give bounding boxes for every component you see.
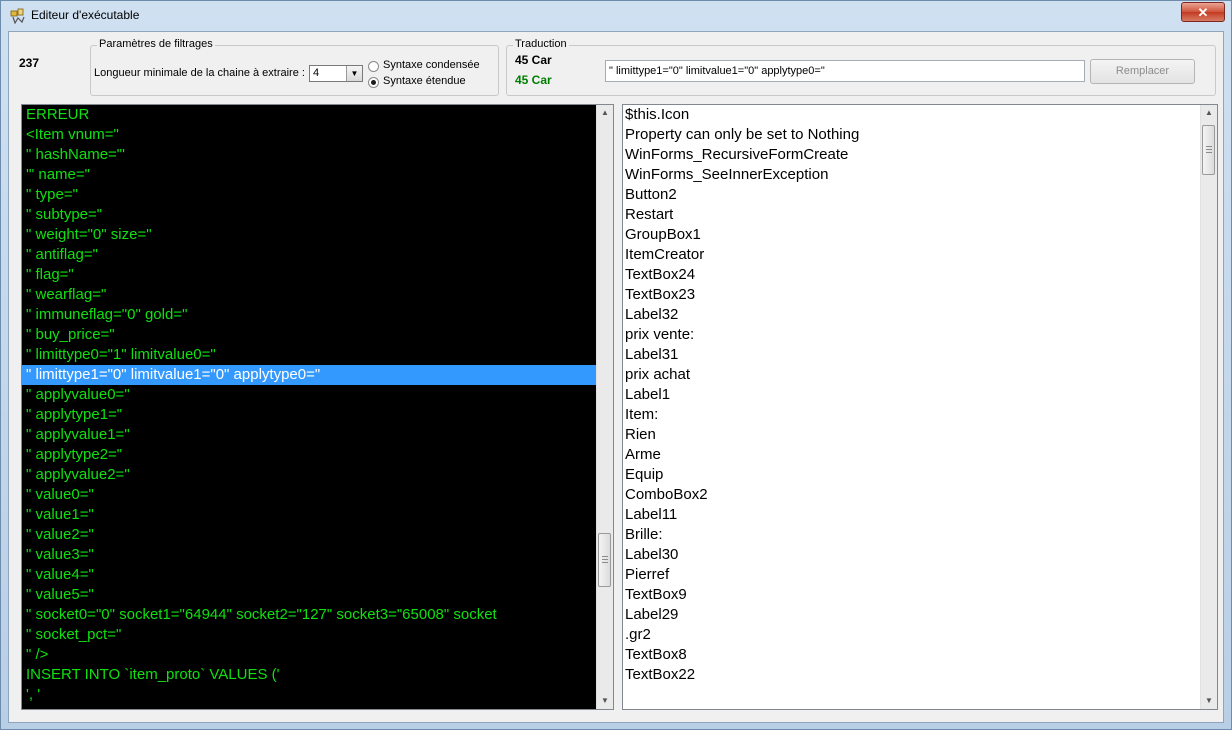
min-length-value: 4 [313, 67, 320, 79]
list-item[interactable]: " value0=" [22, 485, 597, 505]
translation-input-value: " limittype1="0" limitvalue1="0" applyty… [609, 65, 825, 77]
list-item[interactable]: " value2=" [22, 525, 597, 545]
list-item[interactable]: " applytype2=" [22, 445, 597, 465]
editor-window: Editeur d'exécutable ✕ 237 Paramètres de… [0, 0, 1232, 730]
list-item[interactable]: " type=" [22, 185, 597, 205]
radio-condensed-label[interactable]: Syntaxe condensée [383, 59, 480, 71]
filter-groupbox: Paramètres de filtrages Longueur minimal… [90, 38, 499, 96]
list-item[interactable]: Rien [623, 425, 859, 445]
translation-input[interactable]: " limittype1="0" limitvalue1="0" applyty… [605, 60, 1085, 82]
radio-extended-label[interactable]: Syntaxe étendue [383, 75, 466, 87]
list-item[interactable]: Label29 [623, 605, 859, 625]
scroll-thumb[interactable] [598, 533, 611, 587]
list-item[interactable]: " socket_pct=" [22, 625, 597, 645]
scroll-thumb[interactable] [1202, 125, 1215, 175]
list-item[interactable]: prix vente: [623, 325, 859, 345]
char-count-translation: 45 Car [515, 73, 552, 87]
client-area: 237 Paramètres de filtrages Longueur min… [8, 31, 1224, 723]
source-strings-list[interactable]: ERREUR <Item vnum=" " hashName="' '" name="… [21, 104, 614, 710]
min-length-label: Longueur minimale de la chaine à extrair… [94, 67, 305, 79]
list-item[interactable]: TextBox24 [623, 265, 859, 285]
radio-condensed[interactable] [368, 61, 379, 72]
list-item[interactable]: " value3=" [22, 545, 597, 565]
list-item[interactable]: GroupBox1 [623, 225, 859, 245]
min-length-combobox[interactable]: 4 ▼ [309, 65, 363, 82]
list-item[interactable]: TextBox9 [623, 585, 859, 605]
list-item[interactable]: $this.Icon [623, 105, 859, 125]
list-item[interactable]: " limittype1="0" limitvalue1="0" applyty… [22, 365, 597, 385]
list-item[interactable]: " limittype0="1" limitvalue0=" [22, 345, 597, 365]
list-item[interactable]: " value1=" [22, 505, 597, 525]
scroll-up-icon[interactable]: ▲ [1201, 105, 1217, 121]
title-bar[interactable]: Editeur d'exécutable ✕ [1, 1, 1231, 31]
list-item[interactable]: " /> [22, 645, 597, 665]
list-item[interactable]: " applyvalue1=" [22, 425, 597, 445]
list-item[interactable]: " applyvalue0=" [22, 385, 597, 405]
list-item[interactable]: " weight="0" size=" [22, 225, 597, 245]
list-item[interactable]: ComboBox2 [623, 485, 859, 505]
list-item[interactable]: TextBox23 [623, 285, 859, 305]
radio-extended[interactable] [368, 77, 379, 88]
list-item[interactable]: Label1 [623, 385, 859, 405]
list-item[interactable]: ERREUR [22, 105, 597, 125]
list-item[interactable]: " wearflag=" [22, 285, 597, 305]
list-item[interactable]: ', ' [22, 685, 597, 705]
list-item[interactable]: Label11 [623, 505, 859, 525]
list-item[interactable]: Label32 [623, 305, 859, 325]
app-icon [10, 8, 25, 24]
list-item[interactable]: Label31 [623, 345, 859, 365]
list-item[interactable]: " hashName="' [22, 145, 597, 165]
list-item[interactable]: Brille: [623, 525, 859, 545]
list-item[interactable]: WinForms_RecursiveFormCreate [623, 145, 859, 165]
scroll-down-icon[interactable]: ▼ [597, 693, 613, 709]
list-item[interactable]: " value5=" [22, 585, 597, 605]
list-item[interactable]: Arme [623, 445, 859, 465]
list-item[interactable]: Item: [623, 405, 859, 425]
translation-legend: Traduction [513, 38, 569, 50]
resource-list-scrollbar[interactable]: ▲ ▼ [1200, 105, 1217, 709]
list-item[interactable]: '" name=" [22, 165, 597, 185]
list-item[interactable]: Label30 [623, 545, 859, 565]
replace-button[interactable]: Remplacer [1090, 59, 1195, 84]
list-item[interactable]: " applyvalue2=" [22, 465, 597, 485]
list-item[interactable]: Pierref [623, 565, 859, 585]
source-list-scrollbar[interactable]: ▲ ▼ [596, 105, 613, 709]
scroll-up-icon[interactable]: ▲ [597, 105, 613, 121]
list-item[interactable]: Equip [623, 465, 859, 485]
list-item[interactable]: TextBox22 [623, 665, 859, 685]
char-count-original: 45 Car [515, 53, 552, 67]
list-item[interactable]: Property can only be set to Nothing [623, 125, 859, 145]
list-item[interactable]: " subtype=" [22, 205, 597, 225]
close-icon: ✕ [1197, 5, 1209, 20]
window-title: Editeur d'exécutable [31, 8, 140, 22]
list-item[interactable]: prix achat [623, 365, 859, 385]
list-item[interactable]: <Item vnum=" [22, 125, 597, 145]
resource-strings-list[interactable]: $this.Icon Property can only be set to No… [622, 104, 1218, 710]
string-count: 237 [19, 56, 40, 70]
filter-legend: Paramètres de filtrages [97, 38, 215, 50]
list-item[interactable]: .gr2 [623, 625, 859, 645]
list-item[interactable]: Button2 [623, 185, 859, 205]
list-item[interactable]: " antiflag=" [22, 245, 597, 265]
resource-strings-items: $this.Icon Property can only be set to No… [623, 105, 859, 685]
list-item[interactable]: " socket0="0" socket1="64944" socket2="1… [22, 605, 597, 625]
source-strings-items: ERREUR <Item vnum=" " hashName="' '" name="… [22, 105, 597, 705]
list-item[interactable]: " applytype1=" [22, 405, 597, 425]
list-item[interactable]: Restart [623, 205, 859, 225]
list-item[interactable]: " flag=" [22, 265, 597, 285]
chevron-down-icon[interactable]: ▼ [346, 66, 362, 81]
list-item[interactable]: ItemCreator [623, 245, 859, 265]
list-item[interactable]: TextBox8 [623, 645, 859, 665]
list-item[interactable]: " immuneflag="0" gold=" [22, 305, 597, 325]
scroll-down-icon[interactable]: ▼ [1201, 693, 1217, 709]
list-item[interactable]: " value4=" [22, 565, 597, 585]
list-item[interactable]: INSERT INTO `item_proto` VALUES (' [22, 665, 597, 685]
list-item[interactable]: WinForms_SeeInnerException [623, 165, 859, 185]
close-button[interactable]: ✕ [1181, 2, 1225, 22]
list-item[interactable]: " buy_price=" [22, 325, 597, 345]
